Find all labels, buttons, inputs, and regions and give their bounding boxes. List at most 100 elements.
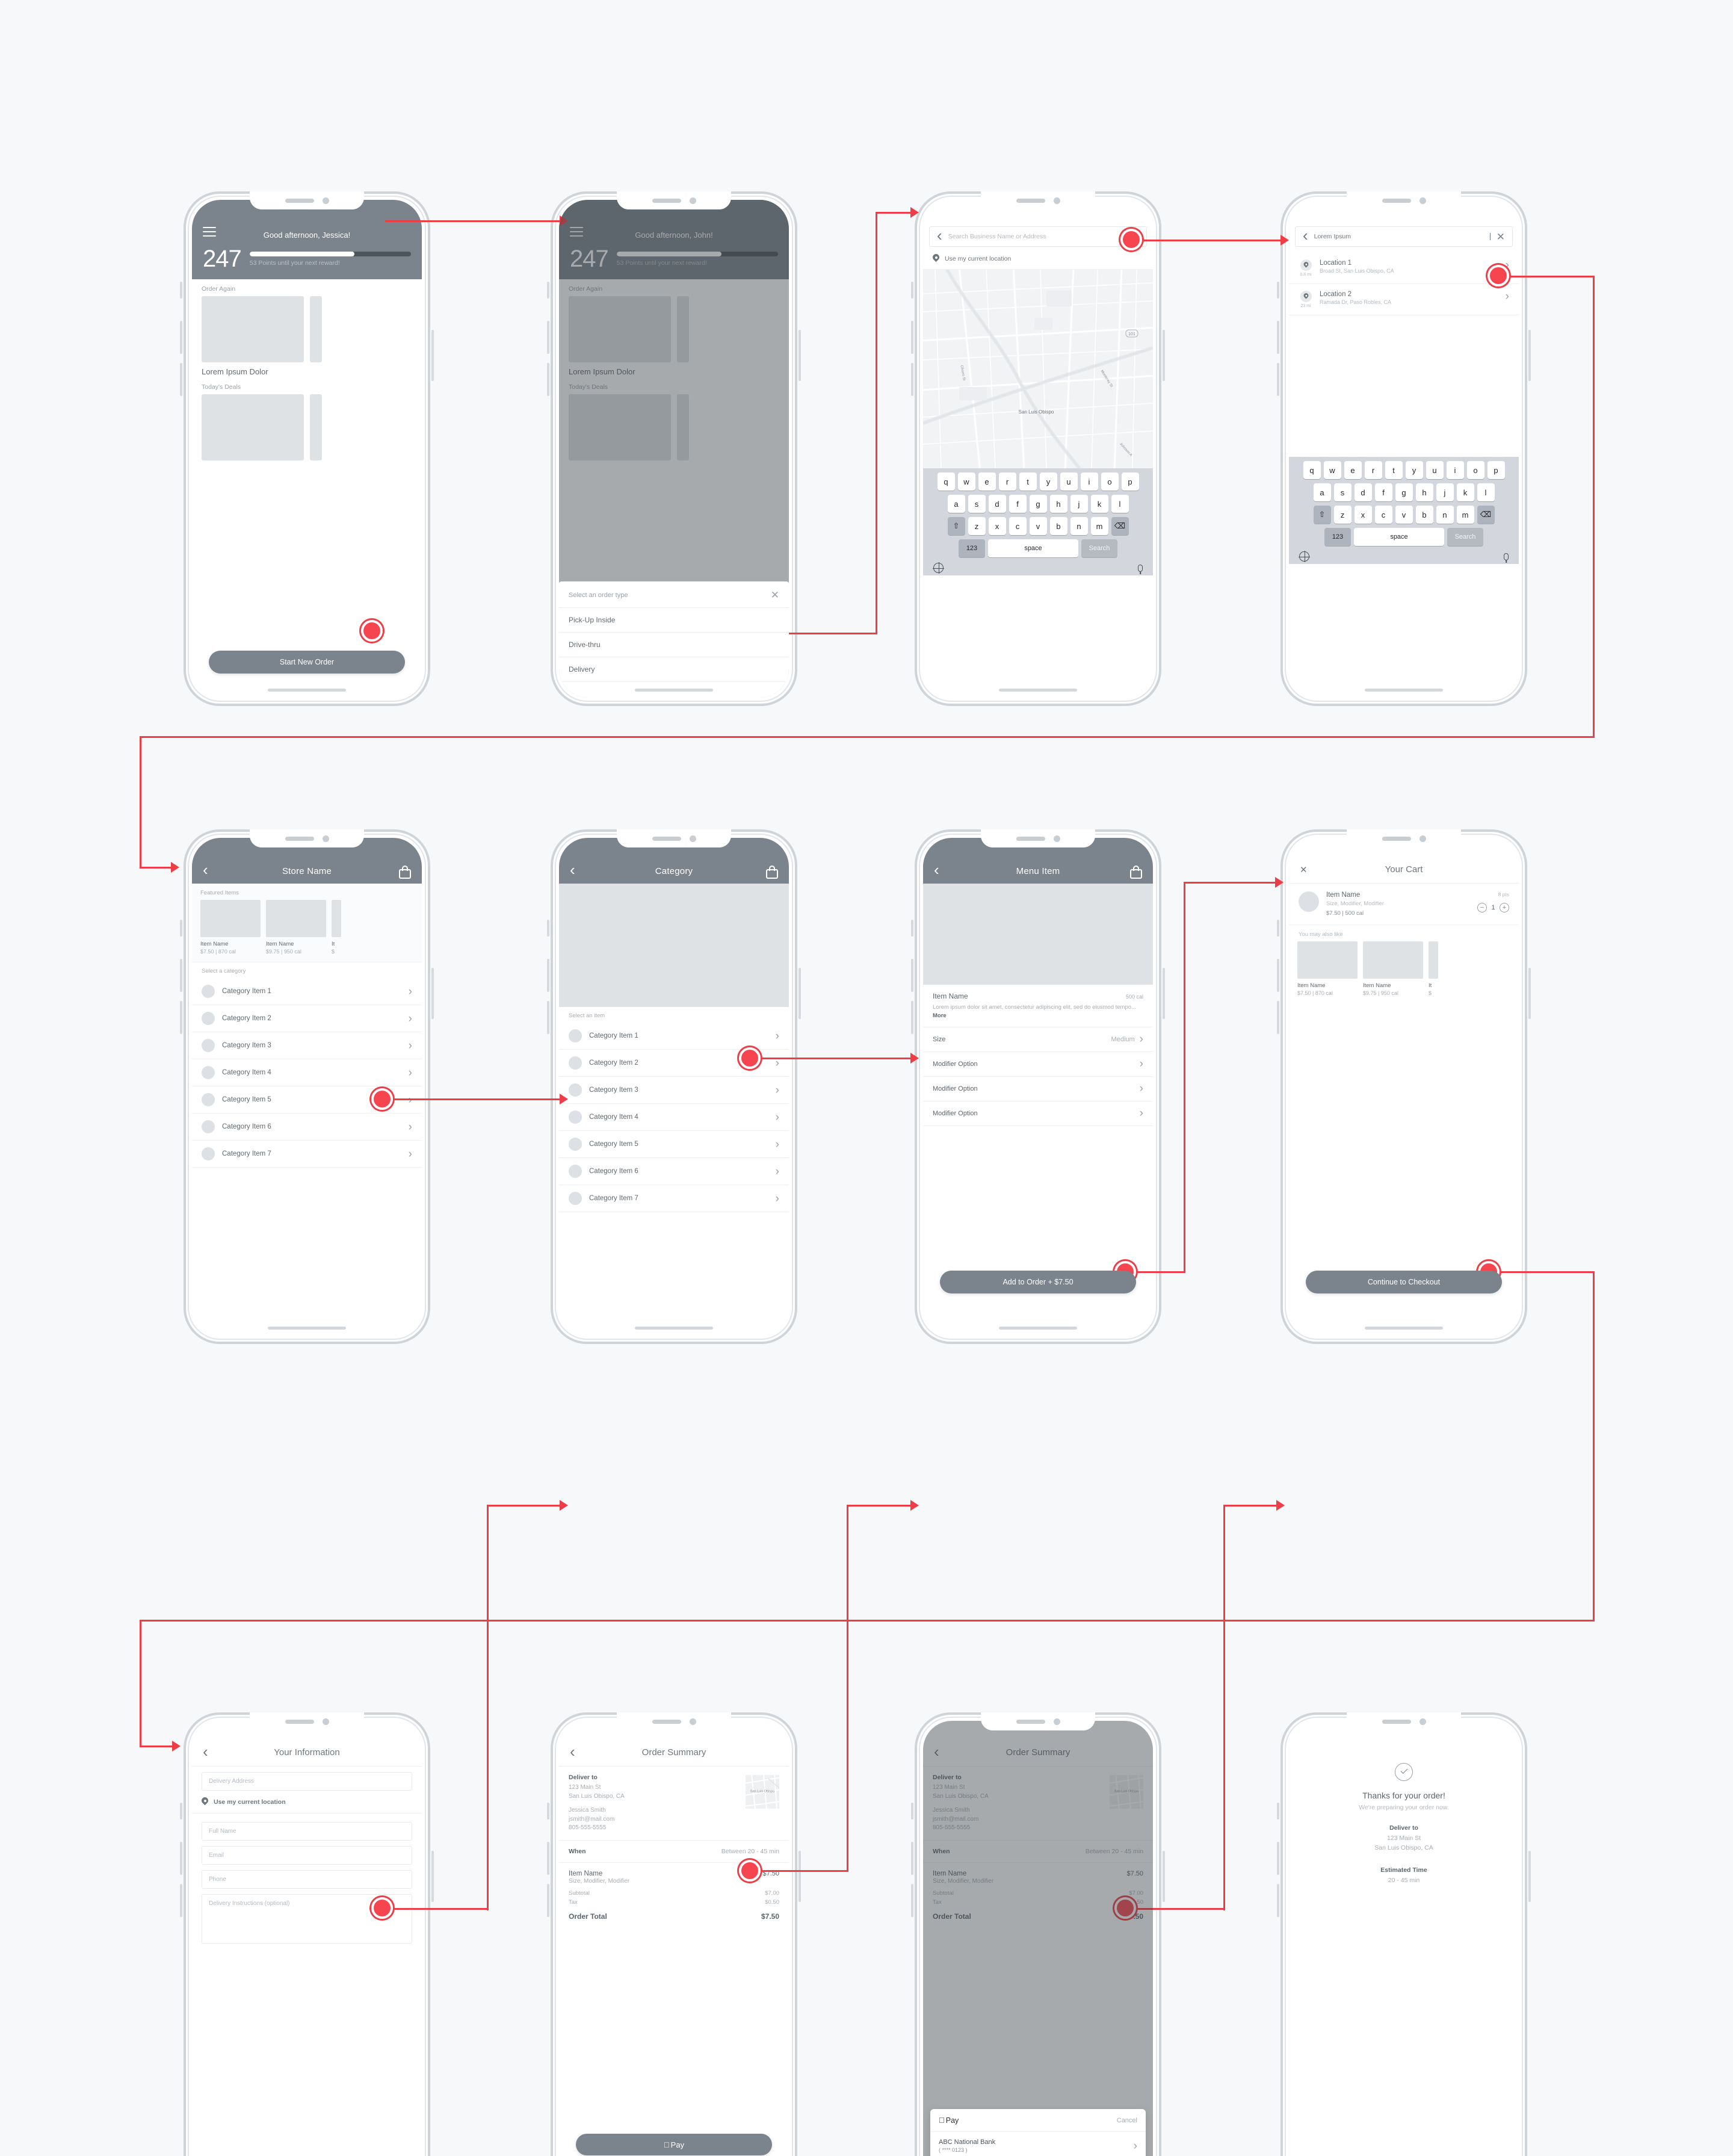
close-icon[interactable]: ✕ (771, 590, 779, 600)
start-new-order-button[interactable]: Start New Order (209, 651, 405, 674)
clear-search-icon[interactable]: ✕ (1497, 232, 1505, 242)
key-m[interactable]: m (1090, 517, 1108, 535)
order-again-card[interactable] (310, 296, 322, 362)
key-i[interactable]: i (1446, 461, 1464, 479)
suggestion-card[interactable]: Item Name $7.50 | 870 cal (1297, 941, 1358, 996)
shopping-bag-icon[interactable] (399, 866, 411, 879)
key-w[interactable]: w (957, 472, 975, 491)
globe-icon[interactable] (1299, 551, 1310, 562)
search-input[interactable]: Lorem Ipsum (1314, 233, 1484, 240)
search-result-row[interactable]: 0.8 mi Location 1 Broad St, San Luis Obi… (1289, 253, 1519, 284)
back-icon[interactable] (1303, 229, 1308, 244)
hotspot-location-1[interactable] (1487, 265, 1509, 287)
suggestion-card[interactable]: It $ (1429, 941, 1438, 996)
order-again-card[interactable] (202, 296, 304, 362)
key-t[interactable]: t (1019, 472, 1037, 491)
shift-icon[interactable]: ⇧ (947, 517, 965, 535)
search-input[interactable]: Search Business Name or Address (948, 233, 1139, 240)
hotspot-search-input[interactable] (1120, 229, 1142, 250)
hotspot-category-item-1[interactable] (739, 1047, 761, 1069)
cancel-button[interactable]: Cancel (1117, 2117, 1137, 2124)
shopping-bag-icon[interactable] (766, 866, 778, 879)
map-view[interactable]: 101 Chorro St Monterey St Johnson A San … (923, 270, 1153, 468)
key-v[interactable]: v (1029, 517, 1047, 535)
featured-item-card[interactable]: Item Name $9.75 | 950 cal (266, 900, 326, 955)
full-name-input[interactable]: Full Name (202, 1822, 412, 1841)
item-row-3[interactable]: Category Item 3 › (559, 1077, 789, 1104)
key-a[interactable]: a (947, 495, 965, 513)
key-d[interactable]: d (988, 495, 1006, 513)
key-q[interactable]: q (937, 472, 955, 491)
category-row-6[interactable]: Category Item 6 › (192, 1114, 422, 1141)
key-v[interactable]: v (1395, 506, 1413, 524)
hotspot-start-new-order[interactable] (361, 620, 383, 642)
key-c[interactable]: c (1374, 506, 1392, 524)
space-key[interactable]: space (1354, 528, 1444, 546)
key-k[interactable]: k (1456, 483, 1474, 501)
back-icon[interactable] (937, 229, 942, 244)
category-row-1[interactable]: Category Item 1 › (192, 978, 422, 1005)
key-t[interactable]: t (1385, 461, 1403, 479)
key-f[interactable]: f (1009, 495, 1027, 513)
key-y[interactable]: y (1039, 472, 1057, 491)
deal-card[interactable] (310, 394, 322, 460)
key-x[interactable]: x (988, 517, 1006, 535)
delete-icon[interactable]: ⌫ (1477, 506, 1495, 524)
search-key[interactable]: Search (1447, 528, 1483, 546)
key-f[interactable]: f (1374, 483, 1392, 501)
microphone-icon[interactable] (1138, 564, 1143, 572)
key-q[interactable]: q (1303, 461, 1321, 479)
category-row-4[interactable]: Category Item 4 › (192, 1059, 422, 1086)
key-o[interactable]: o (1101, 472, 1119, 491)
back-icon[interactable] (934, 864, 939, 878)
search-bar[interactable]: Lorem Ipsum ✕ (1295, 226, 1513, 247)
category-row-2[interactable]: Category Item 2 › (192, 1005, 422, 1032)
item-row-4[interactable]: Category Item 4 › (559, 1104, 789, 1131)
close-icon[interactable]: ✕ (1300, 866, 1308, 875)
key-e[interactable]: e (1344, 461, 1362, 479)
delivery-address-input[interactable]: Delivery Address (202, 1772, 412, 1791)
key-d[interactable]: d (1354, 483, 1372, 501)
modifier-option-row-3[interactable]: Modifier Option › (923, 1101, 1153, 1126)
globe-icon[interactable] (933, 562, 944, 574)
key-g[interactable]: g (1029, 495, 1047, 513)
key-m[interactable]: m (1456, 506, 1474, 524)
key-k[interactable]: k (1090, 495, 1108, 513)
key-g[interactable]: g (1395, 483, 1413, 501)
key-h[interactable]: h (1415, 483, 1433, 501)
apple-pay-button[interactable]: Pay (576, 2134, 772, 2155)
continue-to-checkout-button[interactable]: Continue to Checkout (1306, 1271, 1502, 1293)
key-a[interactable]: a (1313, 483, 1331, 501)
featured-item-card[interactable]: It $ (332, 900, 341, 955)
key-n[interactable]: n (1436, 506, 1454, 524)
key-j[interactable]: j (1070, 495, 1088, 513)
search-key[interactable]: Search (1081, 539, 1117, 557)
key-h[interactable]: h (1049, 495, 1067, 513)
key-s[interactable]: s (1333, 483, 1351, 501)
item-row-6[interactable]: Category Item 6 › (559, 1158, 789, 1185)
key-u[interactable]: u (1060, 472, 1078, 491)
key-o[interactable]: o (1466, 461, 1484, 479)
key-c[interactable]: c (1009, 517, 1027, 535)
back-icon[interactable] (570, 1746, 575, 1759)
search-bar[interactable]: Search Business Name or Address (929, 226, 1147, 247)
back-icon[interactable] (570, 864, 575, 878)
key-l[interactable]: l (1477, 483, 1495, 501)
payment-card-row[interactable]: ABC National Bank ( **** 0123 ) › (930, 2132, 1146, 2156)
key-r[interactable]: r (1364, 461, 1382, 479)
minus-circle-icon[interactable]: − (1477, 903, 1487, 912)
category-row-7[interactable]: Category Item 7 › (192, 1141, 422, 1168)
modifier-option-row-1[interactable]: Modifier Option › (923, 1052, 1153, 1077)
email-input[interactable]: Email (202, 1846, 412, 1865)
back-icon[interactable] (203, 1746, 208, 1759)
key-p[interactable]: p (1121, 472, 1139, 491)
key-l[interactable]: l (1111, 495, 1129, 513)
plus-circle-icon[interactable]: + (1500, 903, 1509, 912)
back-icon[interactable] (203, 864, 208, 878)
hotspot-category-item-2[interactable] (371, 1088, 393, 1110)
key-b[interactable]: b (1049, 517, 1067, 535)
microphone-icon[interactable] (1504, 553, 1509, 560)
suggestion-card[interactable]: Item Name $9.75 | 950 cal (1363, 941, 1423, 996)
key-w[interactable]: w (1323, 461, 1341, 479)
numbers-key[interactable]: 123 (1324, 528, 1351, 546)
